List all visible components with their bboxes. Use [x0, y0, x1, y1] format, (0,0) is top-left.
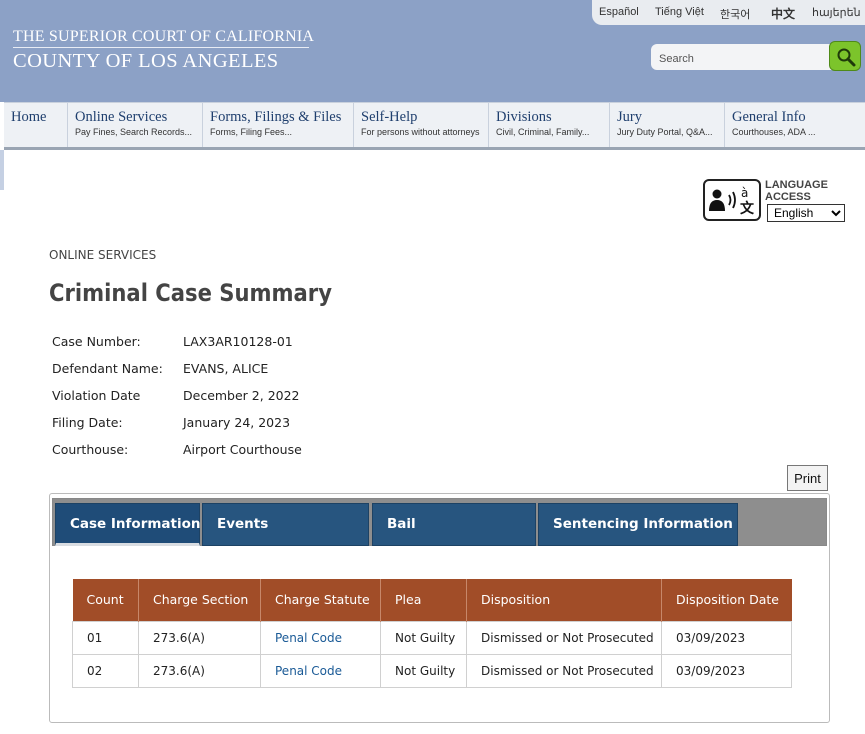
cell-charge-section: 273.6(A)	[138, 653, 261, 688]
nav-title: Online Services	[75, 109, 168, 125]
main-nav: Home Online Services Pay Fines, Search R…	[4, 102, 865, 148]
charge-statute-link[interactable]: Penal Code	[260, 653, 381, 688]
table-header-row: Count Charge Section Charge Statute Plea…	[72, 579, 792, 621]
summary-row-filing-date: Filing Date: January 24, 2023	[52, 415, 452, 435]
summary-value: LAX3AR10128-01	[183, 334, 293, 349]
language-link-vietnamese[interactable]: Tiếng Việt	[655, 6, 704, 18]
page-title: Criminal Case Summary	[49, 279, 332, 307]
tab-bail[interactable]: Bail	[372, 503, 536, 546]
cell-count: 01	[72, 620, 139, 655]
nav-subtitle: Courthouses, ADA ...	[732, 127, 816, 137]
cell-charge-section: 273.6(A)	[138, 620, 261, 655]
nav-title: Home	[11, 109, 47, 125]
left-accent-bar	[0, 150, 4, 190]
nav-title: Forms, Filings & Files	[210, 109, 342, 125]
summary-row-courthouse: Courthouse: Airport Courthouse	[52, 442, 452, 462]
nav-title: Jury	[617, 109, 642, 125]
tab-sentencing-information[interactable]: Sentencing Information	[538, 503, 738, 546]
charges-table: Count Charge Section Charge Statute Plea…	[72, 579, 792, 688]
summary-key: Case Number:	[52, 334, 141, 349]
summary-key: Violation Date	[52, 388, 141, 403]
cell-disposition-date: 03/09/2023	[661, 620, 792, 655]
table-row: 02 273.6(A) Penal Code Not Guilty Dismis…	[72, 653, 792, 688]
section-label: ONLINE SERVICES	[49, 248, 157, 262]
table-row: 01 273.6(A) Penal Code Not Guilty Dismis…	[72, 620, 792, 655]
column-header-charge-section: Charge Section	[138, 579, 261, 621]
language-bar: Español Tiếng Việt 한국어 中文 հայերեն	[592, 0, 865, 25]
search-icon	[837, 48, 856, 67]
nav-item-divisions[interactable]: Divisions Civil, Criminal, Family...	[489, 103, 610, 148]
cell-count: 02	[72, 653, 139, 688]
cell-plea: Not Guilty	[380, 653, 467, 688]
nav-title: General Info	[732, 109, 806, 125]
court-name-line1[interactable]: THE SUPERIOR COURT OF CALIFORNIA	[13, 28, 314, 46]
language-select[interactable]: English	[767, 204, 845, 222]
svg-text:à: à	[741, 186, 748, 200]
summary-row-defendant: Defendant Name: EVANS, ALICE	[52, 361, 452, 381]
search-input[interactable]	[659, 51, 829, 67]
charge-statute-link[interactable]: Penal Code	[260, 620, 381, 655]
search-button[interactable]	[829, 41, 861, 71]
column-header-count: Count	[72, 579, 139, 621]
tab-case-information[interactable]: Case Information	[55, 503, 201, 546]
court-name-divider	[13, 47, 309, 48]
summary-row-case-number: Case Number: LAX3AR10128-01	[52, 334, 452, 354]
language-link-spanish[interactable]: Español	[599, 6, 639, 18]
summary-value: EVANS, ALICE	[183, 361, 269, 376]
svg-text:文: 文	[740, 200, 755, 217]
column-header-disposition-date: Disposition Date	[661, 579, 792, 621]
nav-subtitle: For persons without attorneys	[361, 127, 480, 137]
nav-item-self-help[interactable]: Self-Help For persons without attorneys	[354, 103, 489, 148]
site-header: THE SUPERIOR COURT OF CALIFORNIA COUNTY …	[0, 0, 865, 102]
language-access-label-line2: ACCESS	[765, 191, 811, 203]
summary-key: Filing Date:	[52, 415, 123, 430]
nav-item-forms-filings[interactable]: Forms, Filings & Files Forms, Filing Fee…	[203, 103, 354, 148]
nav-title: Divisions	[496, 109, 552, 125]
print-button[interactable]: Print	[787, 465, 828, 491]
language-access-label-line1: LANGUAGE	[765, 179, 828, 191]
language-access-label: LANGUAGE ACCESS	[765, 179, 828, 203]
nav-item-general-info[interactable]: General Info Courthouses, ADA ...	[725, 103, 865, 148]
cell-disposition: Dismissed or Not Prosecuted	[466, 620, 662, 655]
nav-item-jury[interactable]: Jury Jury Duty Portal, Q&A...	[610, 103, 725, 148]
nav-subtitle: Forms, Filing Fees...	[210, 127, 293, 137]
summary-key: Defendant Name:	[52, 361, 163, 376]
column-header-charge-statute: Charge Statute	[260, 579, 381, 621]
language-link-armenian[interactable]: հայերեն	[812, 6, 861, 19]
summary-row-violation-date: Violation Date December 2, 2022	[52, 388, 452, 408]
summary-value: January 24, 2023	[183, 415, 291, 430]
nav-subtitle: Jury Duty Portal, Q&A...	[617, 127, 713, 137]
summary-value: Airport Courthouse	[183, 442, 302, 457]
nav-item-home[interactable]: Home	[4, 103, 68, 148]
cell-plea: Not Guilty	[380, 620, 467, 655]
court-name-line2[interactable]: COUNTY OF LOS ANGELES	[13, 50, 279, 73]
language-link-korean[interactable]: 한국어	[720, 6, 750, 22]
nav-subtitle: Civil, Criminal, Family...	[496, 127, 590, 137]
nav-item-online-services[interactable]: Online Services Pay Fines, Search Record…	[68, 103, 203, 148]
nav-title: Self-Help	[361, 109, 418, 125]
cell-disposition-date: 03/09/2023	[661, 653, 792, 688]
nav-subtitle: Pay Fines, Search Records...	[75, 127, 193, 137]
column-header-plea: Plea	[380, 579, 467, 621]
tab-events[interactable]: Events	[202, 503, 369, 546]
language-link-chinese[interactable]: 中文	[771, 5, 795, 22]
summary-key: Courthouse:	[52, 442, 129, 457]
column-header-disposition: Disposition	[466, 579, 662, 621]
cell-disposition: Dismissed or Not Prosecuted	[466, 653, 662, 688]
summary-value: December 2, 2022	[183, 388, 300, 403]
nav-divider	[4, 147, 865, 150]
language-access-icon[interactable]: à 文	[703, 179, 761, 221]
